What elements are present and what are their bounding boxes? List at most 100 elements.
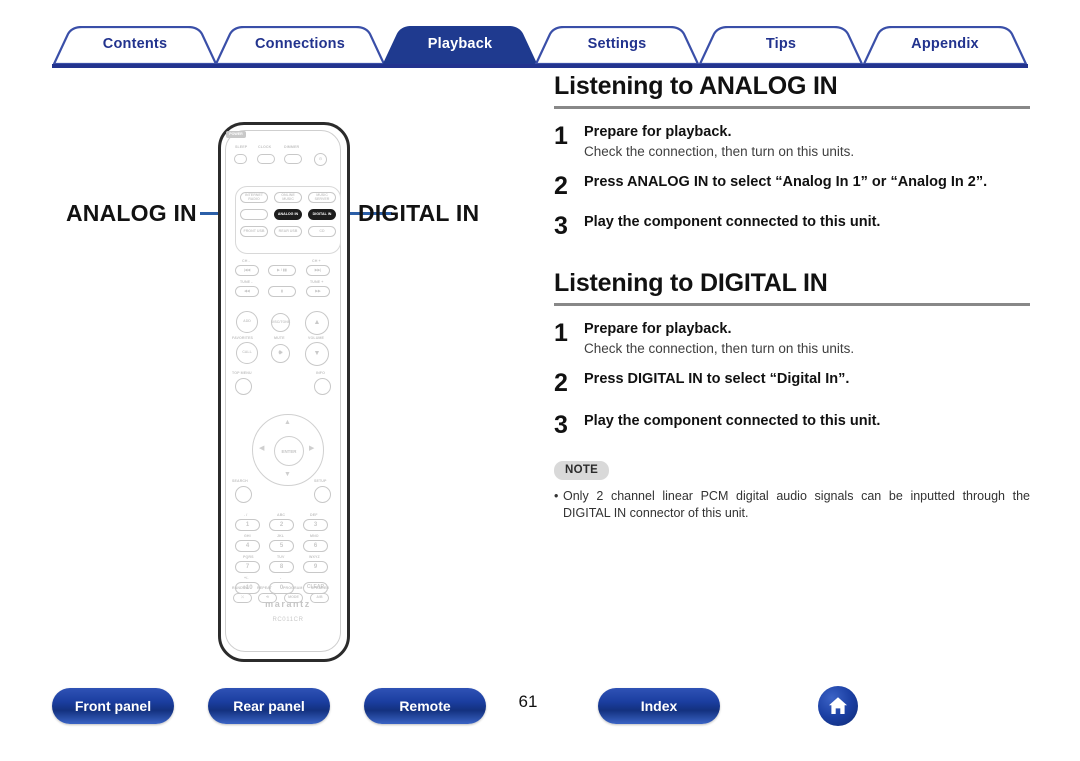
remote-button-online-music[interactable]: ONLINE MUSIC bbox=[274, 192, 302, 203]
page-number: 61 bbox=[518, 692, 538, 711]
footer-button-index[interactable]: Index bbox=[598, 688, 720, 724]
remote-label-ch-minus: CH - bbox=[242, 259, 250, 263]
remote-button-rewind[interactable]: ◀◀ bbox=[235, 286, 259, 297]
remote-button-stop[interactable]: ▮ bbox=[268, 286, 296, 297]
remote-button-disc-tone[interactable]: DISC/TONE bbox=[271, 313, 290, 332]
step-title: Press ANALOG IN to select “Analog In 1” … bbox=[584, 174, 988, 191]
remote-key-2[interactable]: 2 bbox=[269, 519, 294, 531]
remote-button-next[interactable]: ▶▶| bbox=[306, 265, 330, 276]
step-title: Play the component connected to this uni… bbox=[584, 413, 881, 430]
remote-button-search[interactable] bbox=[235, 486, 252, 503]
step-number: 1 bbox=[554, 122, 568, 150]
remote-button-analog-in[interactable]: ANALOG IN bbox=[274, 209, 302, 220]
remote-label-dimmer: DIMMER bbox=[284, 145, 300, 149]
tab-bar-rule bbox=[52, 64, 1028, 68]
section-title-digital-in: Listening to DIGITAL IN bbox=[554, 269, 828, 298]
step-title: Prepare for playback. bbox=[584, 321, 732, 338]
remote-button-dimmer[interactable] bbox=[284, 154, 302, 164]
remote-button-top-menu[interactable] bbox=[235, 378, 252, 395]
tab-settings[interactable]: Settings bbox=[534, 26, 700, 64]
tab-appendix[interactable]: Appendix bbox=[862, 26, 1028, 64]
remote-button-info[interactable] bbox=[314, 378, 331, 395]
note-block: NOTE • Only 2 channel linear PCM digital… bbox=[554, 460, 1030, 521]
remote-cursor-down[interactable]: ▼ bbox=[284, 471, 291, 478]
remote-button-internet-radio[interactable]: INTERNET RADIO bbox=[240, 192, 268, 203]
remote-button-rear-usb[interactable]: REAR USB bbox=[274, 226, 302, 237]
remote-button-mute[interactable]: 🕪 bbox=[271, 344, 290, 363]
remote-button-front-usb[interactable]: FRONT USB bbox=[240, 226, 268, 237]
remote-button-prev[interactable]: |◀◀ bbox=[235, 265, 259, 276]
remote-keypad-sub-8: TUV bbox=[277, 555, 285, 559]
note-text: Only 2 channel linear PCM digital audio … bbox=[563, 489, 1030, 520]
tab-label: Contents bbox=[102, 36, 168, 52]
tab-label: Playback bbox=[427, 36, 493, 52]
remote-control-figure: ANALOG IN DIGITAL IN SLEEP CLOCK DIMMER … bbox=[40, 110, 520, 670]
step-title: Prepare for playback. bbox=[584, 124, 732, 140]
tab-playback[interactable]: Playback bbox=[382, 26, 538, 64]
remote-key-4[interactable]: 4 bbox=[235, 540, 260, 552]
remote-button-digital-in[interactable]: DIGITAL IN bbox=[308, 209, 336, 220]
step-item: 2 Press ANALOG IN to select “Analog In 1… bbox=[554, 173, 1030, 199]
remote-cursor-right[interactable]: ▶ bbox=[309, 445, 314, 452]
tab-contents[interactable]: Contents bbox=[52, 26, 218, 64]
remote-label-info: INFO bbox=[316, 371, 325, 375]
note-badge: NOTE bbox=[554, 461, 610, 481]
note-bullet: • bbox=[554, 489, 559, 504]
remote-button-forward[interactable]: ▶▶ bbox=[306, 286, 330, 297]
remote-model-number: RC011CR bbox=[272, 617, 304, 623]
step-title: Press DIGITAL IN to select “Digital In”. bbox=[584, 371, 850, 388]
tab-connections[interactable]: Connections bbox=[214, 26, 386, 64]
remote-keypad-sub-1: . / bbox=[244, 513, 248, 517]
remote-button-play-pause[interactable]: ▶ / ▮▮ bbox=[268, 265, 296, 276]
remote-button-cd[interactable]: CD bbox=[308, 226, 336, 237]
tab-label: Connections bbox=[254, 36, 345, 52]
section-rule bbox=[554, 303, 1030, 307]
step-item: 1 Prepare for playback. Check the connec… bbox=[554, 320, 1030, 357]
remote-button-power[interactable]: ⏻ bbox=[314, 153, 327, 166]
remote-keypad-sub-7: PQRS bbox=[243, 555, 254, 559]
remote-button-add[interactable]: ADD bbox=[236, 311, 258, 333]
remote-button-music-server[interactable]: MUSIC SERVER bbox=[308, 192, 336, 203]
remote-button-setup[interactable] bbox=[314, 486, 331, 503]
remote-label-power: POWER bbox=[226, 131, 246, 138]
remote-input-group: INTERNET RADIO ONLINE MUSIC MUSIC SERVER… bbox=[235, 186, 341, 254]
step-item: 3 Play the component connected to this u… bbox=[554, 213, 1030, 239]
tab-tips[interactable]: Tips bbox=[698, 26, 864, 64]
remote-label-random: RANDOM bbox=[232, 586, 249, 590]
footer-button-rear-panel[interactable]: Rear panel bbox=[208, 688, 330, 724]
remote-key-5[interactable]: 5 bbox=[269, 540, 294, 552]
remote-button-call[interactable]: CALL bbox=[236, 342, 258, 364]
remote-key-8[interactable]: 8 bbox=[269, 561, 294, 573]
remote-label-volume: VOLUME bbox=[308, 336, 324, 340]
remote-key-6[interactable]: 6 bbox=[303, 540, 328, 552]
remote-cursor-up[interactable]: ▲ bbox=[284, 419, 291, 426]
remote-cursor-left[interactable]: ◀ bbox=[259, 445, 264, 452]
callout-label-digital-in: DIGITAL IN bbox=[358, 200, 480, 226]
remote-button-enter[interactable]: ENTER bbox=[274, 436, 304, 466]
remote-keypad-sub-2: ABC bbox=[277, 513, 286, 517]
remote-button-clock[interactable] bbox=[257, 154, 275, 164]
footer-button-remote[interactable]: Remote bbox=[364, 688, 486, 724]
remote-keypad-sub-3: DEF bbox=[310, 513, 318, 517]
home-button[interactable] bbox=[818, 686, 858, 726]
remote-key-7[interactable]: 7 bbox=[235, 561, 260, 573]
remote-key-1[interactable]: 1 bbox=[235, 519, 260, 531]
remote-key-9[interactable]: 9 bbox=[303, 561, 328, 573]
step-item: 2 Press DIGITAL IN to select “Digital In… bbox=[554, 370, 1030, 396]
remote-label-tune-plus: TUNE + bbox=[310, 280, 324, 284]
remote-label-speaker: SPEAKER bbox=[311, 586, 330, 590]
remote-button-volume-up[interactable]: ▲ bbox=[305, 311, 329, 335]
remote-button-blank[interactable] bbox=[240, 209, 268, 220]
step-item: 1 Prepare for playback. Check the connec… bbox=[554, 123, 1030, 160]
remote-button-sleep[interactable] bbox=[234, 154, 247, 164]
remote-label-ch-plus: CH + bbox=[312, 259, 321, 263]
remote-button-volume-down[interactable]: ▼ bbox=[305, 342, 329, 366]
remote-key-3[interactable]: 3 bbox=[303, 519, 328, 531]
tab-label: Appendix bbox=[911, 36, 979, 52]
step-number: 2 bbox=[554, 369, 568, 398]
remote-cursor-pad[interactable]: ▲ ▼ ◀ ▶ ENTER bbox=[252, 414, 324, 486]
remote-keypad-sub-9: WXYZ bbox=[309, 555, 320, 559]
step-description: Check the connection, then turn on this … bbox=[584, 340, 855, 356]
footer-button-front-panel[interactable]: Front panel bbox=[52, 688, 174, 724]
remote-label-top-menu: TOP MENU bbox=[232, 371, 252, 375]
